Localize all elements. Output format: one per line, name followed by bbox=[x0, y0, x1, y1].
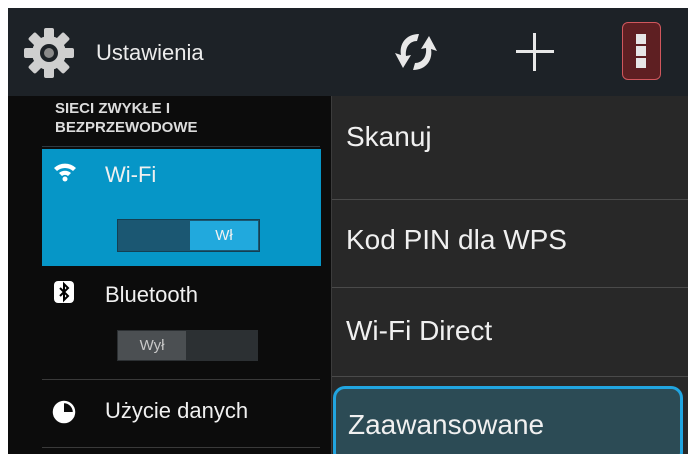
bluetooth-toggle[interactable]: Wył bbox=[117, 330, 258, 361]
menu-item-wps-pin[interactable]: Kod PIN dla WPS bbox=[332, 199, 688, 281]
data-usage-label: Użycie danych bbox=[105, 398, 249, 423]
app-title: Ustawienia bbox=[96, 40, 204, 65]
menu-item-wifi-direct[interactable]: Wi-Fi Direct bbox=[332, 290, 688, 372]
menu-item-advanced[interactable]: Zaawansowane bbox=[333, 386, 683, 454]
menu-divider bbox=[332, 376, 688, 377]
settings-item-bluetooth[interactable]: Bluetooth Wył bbox=[42, 274, 321, 376]
gear-icon[interactable] bbox=[22, 26, 76, 80]
data-usage-icon bbox=[52, 400, 76, 424]
android-screen: Ustawienia SIECI ZWYKŁE I BEZPRZEWODOWE bbox=[8, 8, 688, 454]
list-divider bbox=[42, 379, 320, 380]
bluetooth-label: Bluetooth bbox=[105, 282, 198, 307]
list-divider bbox=[42, 447, 320, 448]
settings-list: SIECI ZWYKŁE I BEZPRZEWODOWE Wi-Fi Wł Bl… bbox=[8, 96, 332, 454]
menu-item-scan[interactable]: Skanuj bbox=[332, 96, 688, 178]
plus-icon[interactable] bbox=[505, 22, 565, 82]
section-header: SIECI ZWYKŁE I BEZPRZEWODOWE bbox=[55, 100, 198, 136]
bluetooth-toggle-state: Wył bbox=[118, 331, 186, 360]
bluetooth-icon bbox=[54, 281, 74, 303]
overflow-menu: Skanuj Kod PIN dla WPS Wi-Fi Direct Zaaw… bbox=[331, 96, 688, 454]
settings-item-data-usage[interactable]: Użycie danych bbox=[42, 386, 321, 446]
settings-item-wifi[interactable]: Wi-Fi Wł bbox=[42, 149, 321, 266]
wifi-icon bbox=[54, 163, 76, 182]
overflow-menu-button[interactable] bbox=[622, 22, 661, 80]
menu-divider bbox=[332, 287, 688, 288]
action-bar: Ustawienia bbox=[8, 8, 688, 96]
wifi-toggle[interactable]: Wł bbox=[117, 219, 260, 252]
section-divider bbox=[42, 146, 320, 147]
refresh-icon[interactable] bbox=[386, 22, 446, 82]
wifi-toggle-state: Wł bbox=[190, 221, 258, 250]
wifi-label: Wi-Fi bbox=[105, 162, 157, 187]
